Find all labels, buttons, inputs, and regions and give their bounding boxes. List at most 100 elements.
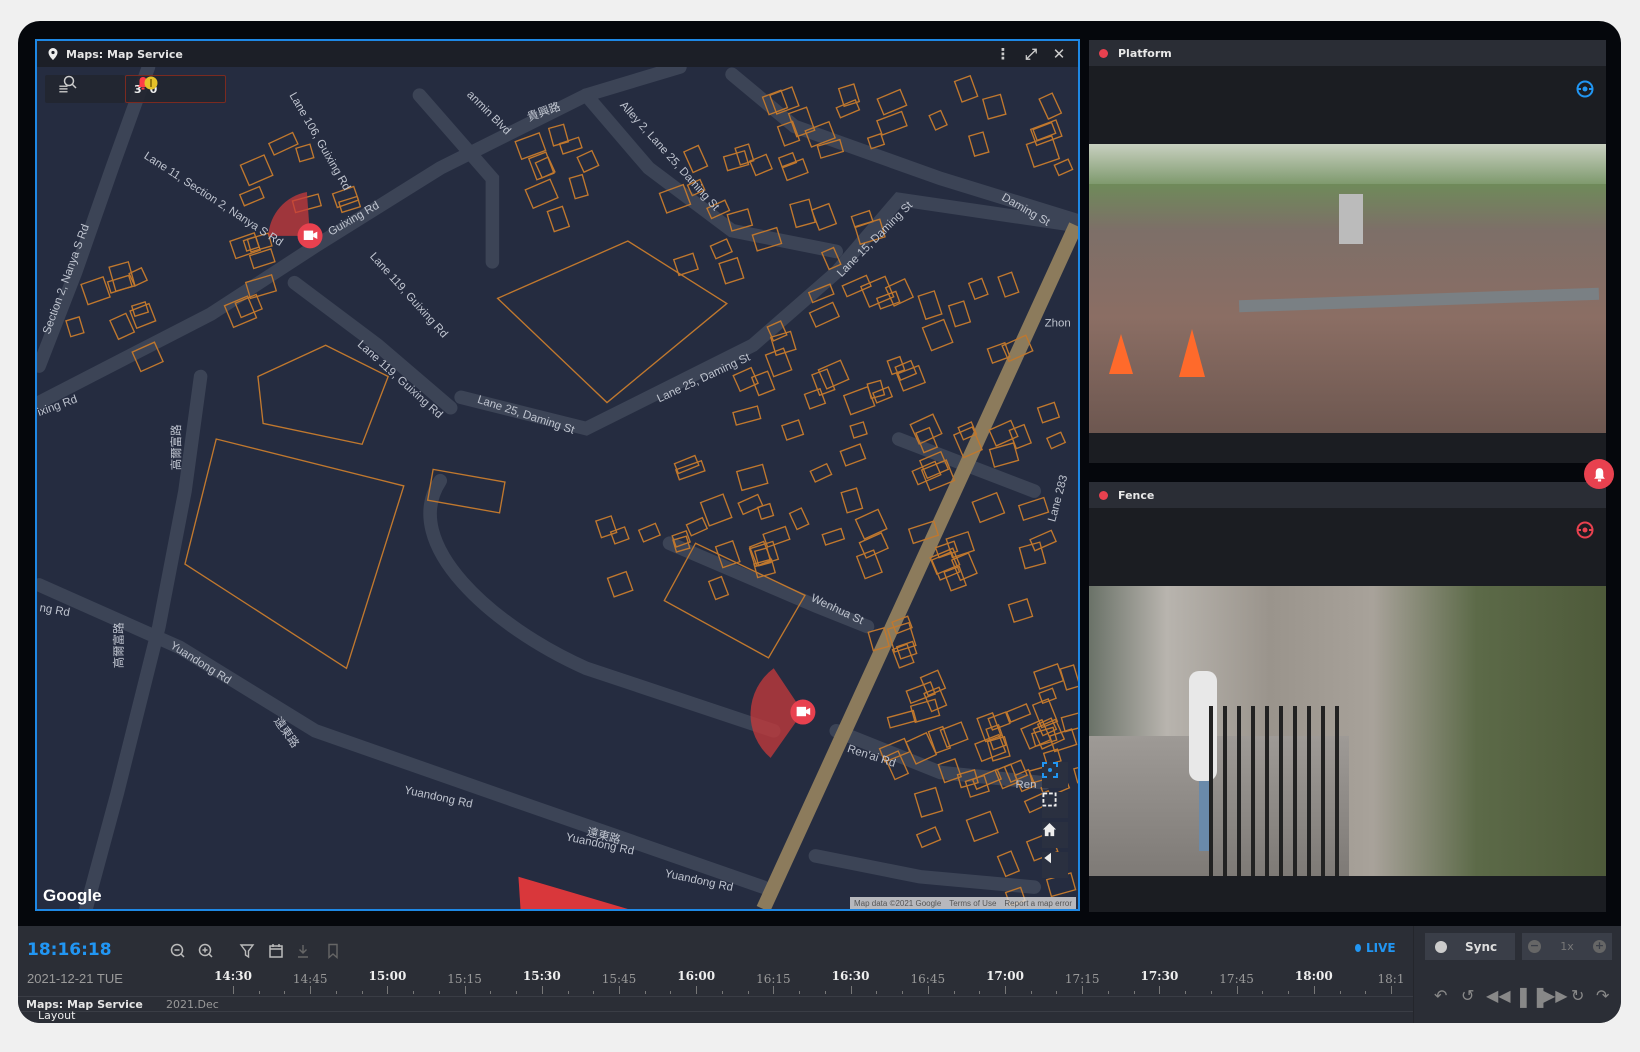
building <box>609 526 630 545</box>
terms-link[interactable]: Terms of Use <box>949 899 996 908</box>
building <box>674 459 706 481</box>
camera-fov-2[interactable] <box>750 668 816 758</box>
tick-mark <box>1339 991 1341 994</box>
building <box>732 366 759 393</box>
fast-backward-icon[interactable]: ◀◀ <box>1486 986 1511 1005</box>
building <box>546 205 571 233</box>
building <box>514 132 547 161</box>
building <box>915 826 942 849</box>
speed-increase-button[interactable]: + <box>1592 940 1606 953</box>
live-dot <box>1355 944 1361 952</box>
home-button[interactable] <box>1042 822 1068 848</box>
building <box>1060 710 1078 733</box>
camera-panel-fence: Fence <box>1089 482 1606 912</box>
street-label: ng Rd <box>39 602 71 619</box>
expand-icon[interactable]: ⤢ <box>1022 45 1040 63</box>
tick-label: 18:00 <box>1294 969 1333 983</box>
video-feed-fence[interactable] <box>1089 586 1606 876</box>
building <box>821 527 846 546</box>
locate-button[interactable] <box>1042 762 1068 788</box>
building <box>606 570 634 598</box>
tick-mark <box>953 991 955 994</box>
tick-mark <box>902 991 904 994</box>
building <box>781 158 809 182</box>
ptz-icon[interactable] <box>1576 521 1594 539</box>
building <box>921 318 954 352</box>
building <box>967 131 990 157</box>
status-dot <box>1099 48 1108 58</box>
tick-label: 15:30 <box>522 969 561 983</box>
building <box>967 277 989 301</box>
report-error-link[interactable]: Report a map error <box>1004 899 1072 908</box>
building <box>939 721 969 749</box>
building <box>637 522 662 543</box>
ptz-icon[interactable] <box>1576 80 1594 98</box>
building <box>547 123 570 147</box>
focus-icon <box>1042 762 1058 778</box>
building <box>919 669 947 697</box>
tick-mark <box>747 991 749 994</box>
building <box>129 302 157 330</box>
tick-label: 17:00 <box>986 969 1024 983</box>
building <box>718 256 745 285</box>
more-options-icon[interactable]: ⋮ <box>994 45 1012 63</box>
collapse-button[interactable] <box>1042 852 1068 878</box>
tick-mark <box>490 991 492 994</box>
building <box>808 301 841 328</box>
time-ruler[interactable]: 14:30 14:45 15:00 15:15 15:30 15:45 16:00 16:15… <box>18 926 1413 996</box>
alert-counters[interactable]: 3 0 <box>125 75 226 103</box>
building <box>1005 703 1032 723</box>
building <box>722 149 750 172</box>
camera-fov-3[interactable] <box>518 876 628 909</box>
live-label: LIVE <box>1366 941 1396 955</box>
divider <box>18 1011 1413 1012</box>
building <box>672 252 700 277</box>
alarm-bell-button[interactable] <box>1584 459 1614 489</box>
street-label: Lane 25, Daming St <box>655 351 753 405</box>
tick-mark <box>516 991 518 994</box>
map-toolbar: ≡ <box>45 75 125 103</box>
tick-mark <box>670 991 672 994</box>
street-label: Guixing Rd <box>326 200 381 239</box>
live-button[interactable]: LIVE <box>1355 941 1396 955</box>
tick-mark <box>361 991 363 994</box>
next-event-icon[interactable]: ↷ <box>1596 986 1609 1005</box>
tick-mark <box>1185 991 1187 994</box>
camera-header: Fence <box>1089 482 1606 508</box>
building <box>109 312 136 341</box>
home-icon <box>1042 822 1057 837</box>
previous-event-icon[interactable]: ↶ <box>1434 986 1447 1005</box>
building <box>1017 496 1050 522</box>
building <box>673 454 700 475</box>
tick-mark <box>1288 991 1290 994</box>
speed-control: − 1x + <box>1522 933 1612 960</box>
tick-label: 14:45 <box>292 972 328 986</box>
fullscreen-select-button[interactable] <box>1042 792 1068 818</box>
tick-mark <box>850 986 852 994</box>
building <box>750 370 776 397</box>
video-feed-platform[interactable] <box>1089 144 1606 433</box>
timeline-bar: 18:16:18 2021-12-21 TUE 14:30 14:45 15:00 1… <box>18 926 1621 1023</box>
speed-decrease-button[interactable]: − <box>1528 940 1541 953</box>
map-panel-title: Maps: Map Service <box>66 47 183 61</box>
building <box>756 502 775 521</box>
building <box>735 463 769 492</box>
building <box>917 290 943 321</box>
map-canvas[interactable]: Guixing RdLane 106, Guixing RdLane 11, S… <box>37 67 1078 909</box>
building <box>1029 529 1057 552</box>
map-view[interactable]: Guixing Rd Lane 106, Guixing Rd Lane 11, S… <box>37 67 1078 909</box>
tick-mark <box>644 991 646 994</box>
search-icon[interactable] <box>63 75 77 89</box>
close-icon[interactable]: ✕ <box>1050 45 1068 63</box>
tick-mark <box>1082 986 1084 994</box>
building <box>809 462 833 483</box>
camera-header: Platform <box>1089 40 1606 66</box>
tick-mark <box>1107 991 1109 994</box>
forward-10s-icon[interactable]: ↻ <box>1571 986 1584 1005</box>
sync-toggle[interactable]: Sync <box>1425 933 1515 960</box>
rewind-10s-icon[interactable]: ↺ <box>1461 986 1474 1005</box>
fast-forward-icon[interactable]: ▶▶ <box>1543 986 1568 1005</box>
building <box>1033 663 1065 690</box>
tick-mark <box>619 986 620 994</box>
tick-label: 15:15 <box>447 972 482 986</box>
